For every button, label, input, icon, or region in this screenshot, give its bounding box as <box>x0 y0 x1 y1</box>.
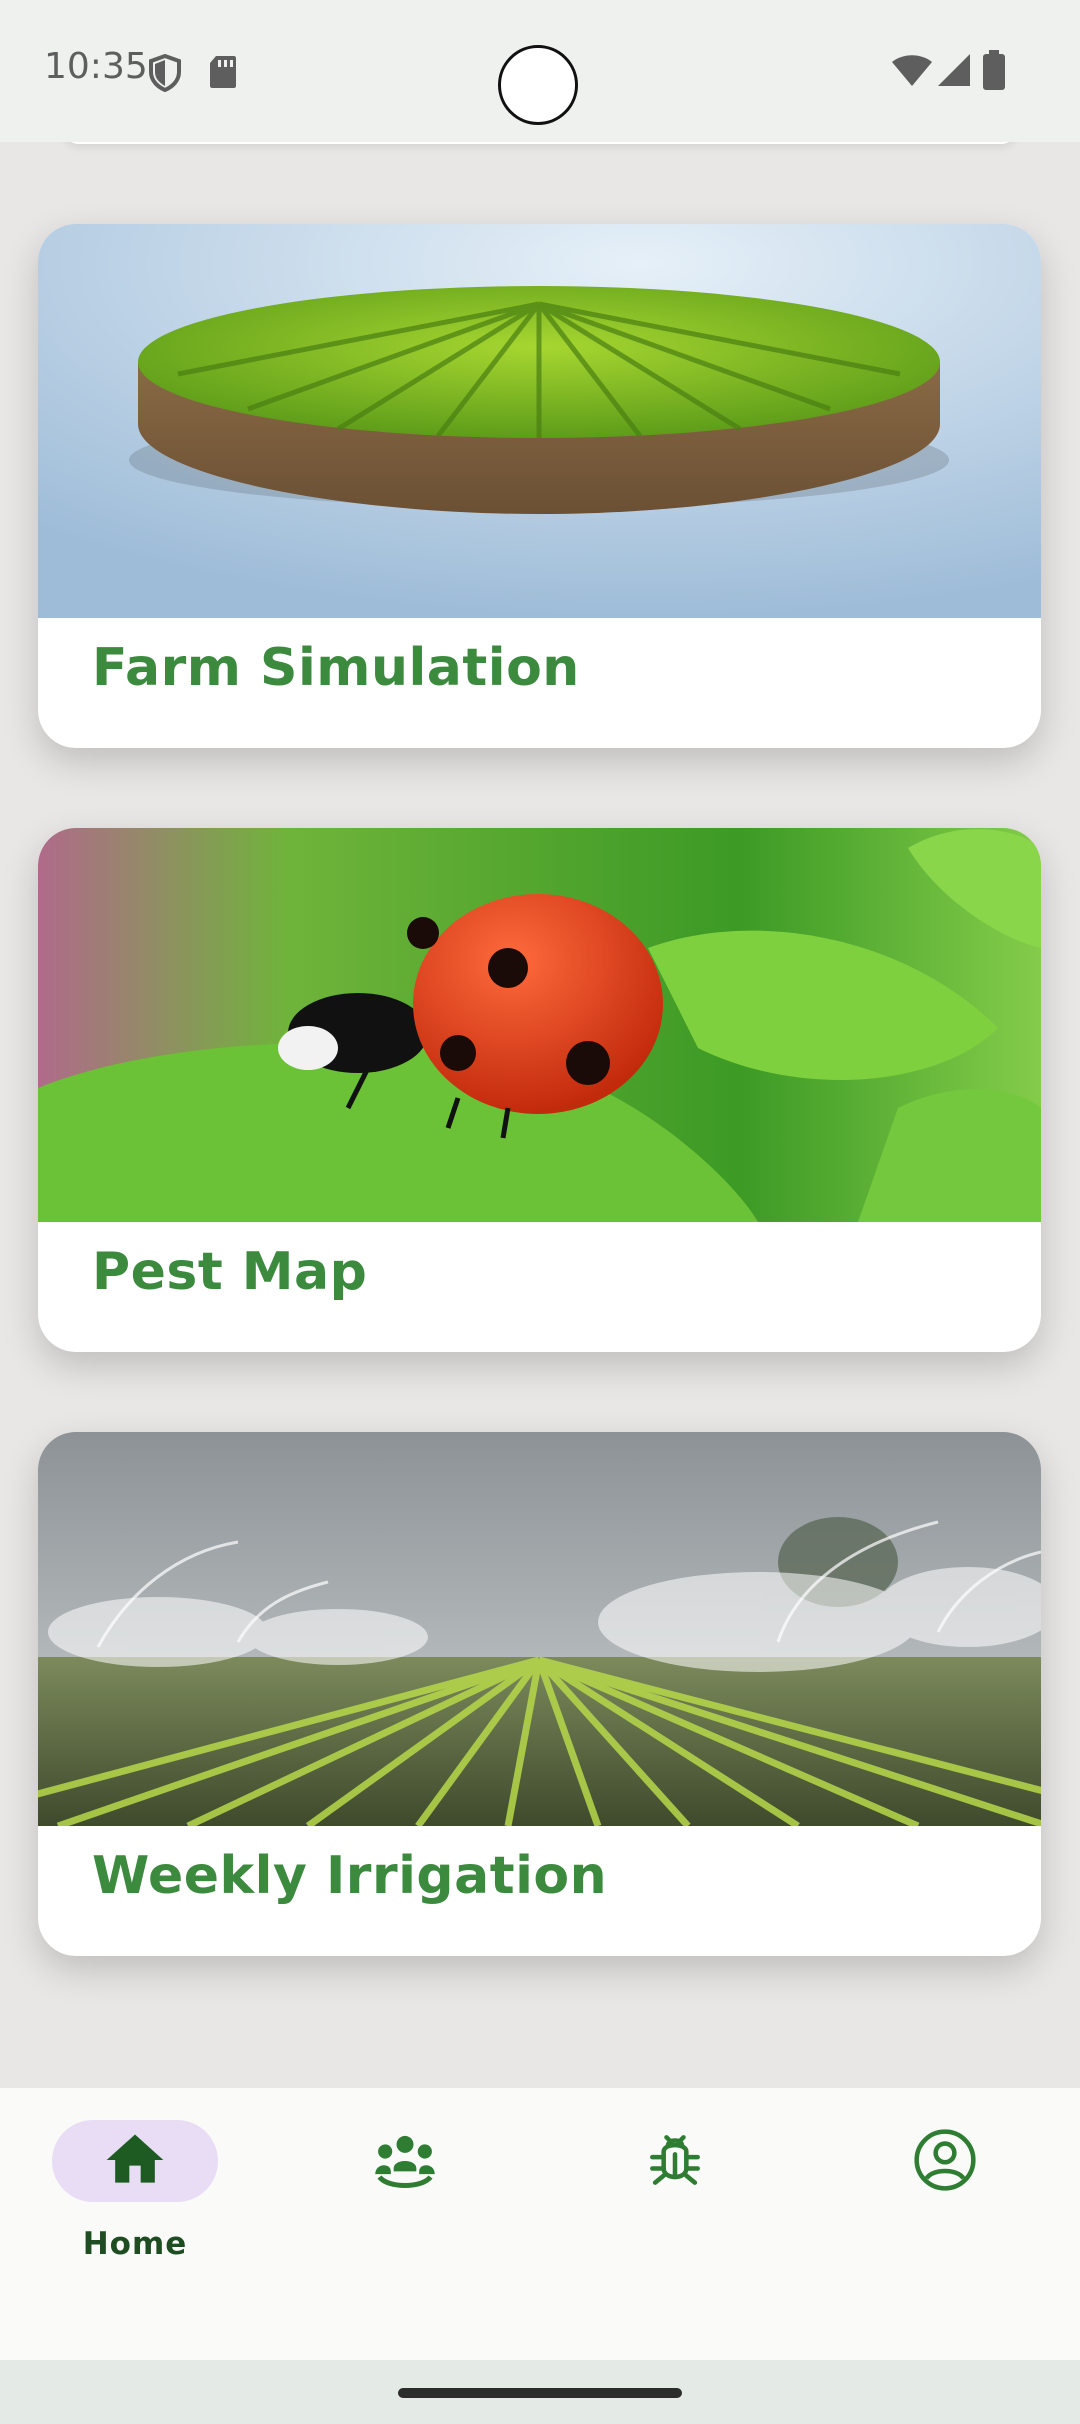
wifi-icon <box>892 55 932 86</box>
ladybug-on-leaf-image <box>38 828 1041 1222</box>
front-camera <box>498 45 578 125</box>
nav-label-home: Home <box>82 2226 188 2262</box>
farm-simulation-card[interactable]: Farm Simulation <box>38 224 1041 748</box>
home-gesture-handle[interactable] <box>398 2388 682 2398</box>
bug-icon <box>650 2135 700 2185</box>
pest-map-card[interactable]: Pest Map <box>38 828 1041 1352</box>
home-icon <box>106 2134 164 2183</box>
bottom-navigation-bar: Home <box>0 2088 1080 2360</box>
nav-item-profile[interactable] <box>810 2088 1080 2360</box>
status-time: 10:35 <box>44 46 148 87</box>
community-icon <box>375 2135 435 2189</box>
weekly-irrigation-card[interactable]: Weekly Irrigation <box>38 1432 1041 1956</box>
nav-item-community[interactable] <box>270 2088 540 2360</box>
profile-icon <box>914 2129 976 2191</box>
signal-icon <box>938 54 970 86</box>
sprinkler-irrigation-field-image <box>38 1432 1041 1826</box>
status-bar: 10:35 <box>0 0 1080 142</box>
nav-item-pests[interactable] <box>540 2088 810 2360</box>
circular-crop-field-image <box>38 224 1041 618</box>
sd-card-icon <box>210 56 236 88</box>
card-title: Weekly Irrigation <box>92 1846 608 1906</box>
card-title: Farm Simulation <box>92 638 580 698</box>
gesture-navigation-area <box>0 2360 1080 2424</box>
battery-icon <box>983 50 1005 90</box>
card-title: Pest Map <box>92 1242 368 1302</box>
shield-icon <box>149 54 181 92</box>
nav-item-home[interactable]: Home <box>0 2088 270 2360</box>
